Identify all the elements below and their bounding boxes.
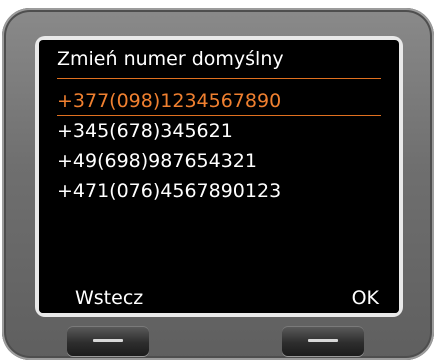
number-list: +377(098)1234567890 +345(678)345621 +49(…	[57, 86, 281, 206]
ok-softkey[interactable]: OK	[352, 283, 379, 313]
dash-icon	[308, 339, 338, 342]
left-hardware-button[interactable]	[67, 326, 149, 356]
list-item-selected[interactable]: +377(098)1234567890	[57, 86, 281, 116]
softkey-bar: Wstecz OK	[39, 283, 399, 313]
back-softkey[interactable]: Wstecz	[75, 283, 143, 313]
title-divider	[57, 78, 381, 79]
list-item[interactable]: +471(076)4567890123	[57, 176, 281, 206]
phone-device: Zmień numer domyślny +377(098)1234567890…	[2, 8, 434, 360]
dash-icon	[93, 339, 123, 342]
display-screen: Zmień numer domyślny +377(098)1234567890…	[39, 40, 399, 313]
right-hardware-button[interactable]	[282, 326, 364, 356]
page-title: Zmień numer domyślny	[57, 48, 284, 70]
display-frame: Zmień numer domyślny +377(098)1234567890…	[35, 36, 403, 317]
list-item[interactable]: +345(678)345621	[57, 116, 281, 146]
list-item[interactable]: +49(698)987654321	[57, 146, 281, 176]
